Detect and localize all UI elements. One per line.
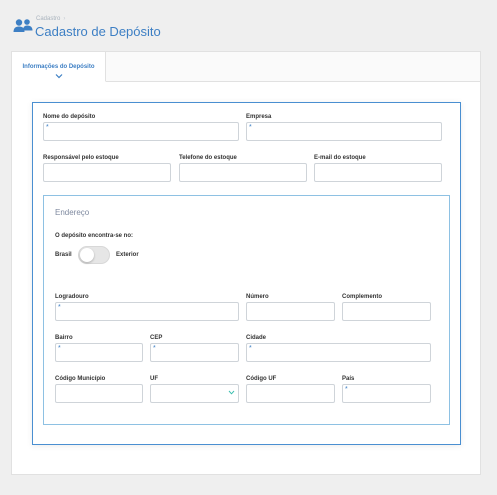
cep-input[interactable] (150, 343, 239, 362)
main-panel: Informações do Depósito Nome do depósito… (11, 51, 481, 475)
breadcrumb-separator: › (63, 16, 66, 22)
tab-informacoes-deposito[interactable]: Informações do Depósito (12, 52, 106, 82)
logradouro-input[interactable] (55, 302, 239, 321)
pais-label: País (342, 376, 355, 382)
toggle-knob (80, 248, 94, 262)
codigo-municipio-label: Código Município (55, 376, 106, 382)
email-label: E-mail do estoque (314, 155, 366, 161)
cidade-label: Cidade (246, 335, 267, 341)
endereco-title: Endereço (55, 208, 90, 217)
location-question: O depósito encontra-se no: (55, 233, 134, 239)
codigo-uf-input[interactable] (246, 384, 335, 403)
bairro-input[interactable] (55, 343, 143, 362)
nome-deposito-input[interactable] (43, 122, 239, 141)
codigo-municipio-input[interactable] (55, 384, 143, 403)
complemento-input[interactable] (342, 302, 431, 321)
pais-input[interactable] (342, 384, 431, 403)
responsavel-input[interactable] (43, 163, 171, 182)
tab-bar: Informações do Depósito (12, 52, 480, 82)
users-icon (13, 19, 33, 32)
chevron-down-icon (55, 74, 63, 79)
cep-label: CEP (150, 335, 163, 341)
tab-label: Informações do Depósito (22, 64, 95, 70)
email-input[interactable] (314, 163, 442, 182)
complemento-label: Complemento (342, 294, 383, 300)
telefone-input[interactable] (179, 163, 307, 182)
page-title: Cadastro de Depósito (35, 24, 161, 39)
empresa-input[interactable] (246, 122, 442, 141)
breadcrumb: Cadastro › (36, 16, 65, 22)
responsavel-label: Responsável pelo estoque (43, 155, 119, 161)
breadcrumb-parent[interactable]: Cadastro (36, 16, 60, 22)
uf-label: UF (150, 376, 158, 382)
endereco-section: Endereço O depósito encontra-se no: Bras… (43, 195, 450, 425)
option-brasil: Brasil (55, 252, 72, 258)
numero-label: Número (246, 294, 269, 300)
cidade-input[interactable] (246, 343, 431, 362)
location-toggle[interactable] (78, 246, 110, 264)
chevron-down-icon (228, 390, 235, 395)
nome-deposito-label: Nome do depósito (43, 114, 96, 120)
telefone-label: Telefone do estoque (179, 155, 237, 161)
uf-select[interactable] (150, 384, 239, 403)
option-exterior: Exterior (116, 252, 139, 258)
codigo-uf-label: Código UF (246, 376, 277, 382)
bairro-label: Bairro (55, 335, 73, 341)
logradouro-label: Logradouro (55, 294, 89, 300)
empresa-label: Empresa (246, 114, 272, 120)
deposit-form: Nome do depósito * Empresa * Responsável… (32, 102, 461, 445)
numero-input[interactable] (246, 302, 335, 321)
